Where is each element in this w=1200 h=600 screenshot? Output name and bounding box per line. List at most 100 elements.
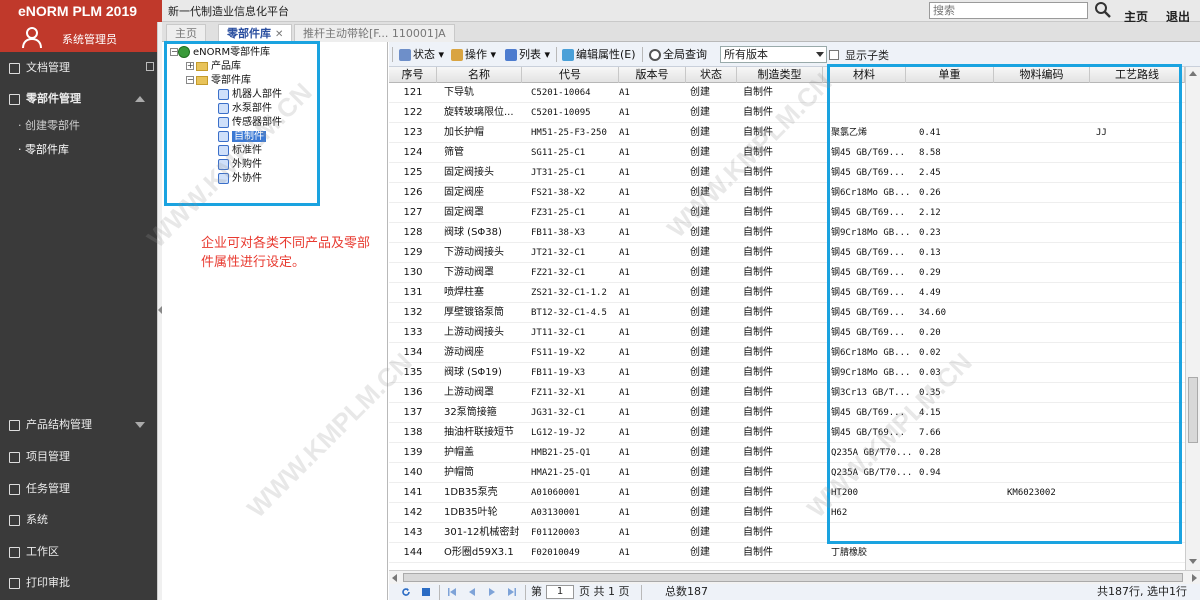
table-cell: 144 — [403, 547, 423, 558]
table-cell: 141 — [403, 487, 423, 498]
tree-node-part-library[interactable]: − 零部件库 — [186, 74, 251, 87]
tree-node-self-made[interactable]: 自制件 — [218, 130, 266, 143]
global-query-button[interactable]: 全局查询 — [649, 47, 707, 63]
user-row[interactable]: 系统管理员 — [0, 22, 157, 52]
vertical-scrollbar[interactable] — [1185, 67, 1200, 570]
tab-part-detail[interactable]: 推杆主动带轮[F... 110001]A — [294, 24, 455, 42]
header-cell[interactable]: 代号 — [522, 67, 619, 83]
table-row[interactable]: 125 固定阀接头 JT31-25-C1 A1 创建 自制件 钢45 GB/T69... 2.… — [389, 163, 1185, 183]
table-cell — [1007, 103, 1087, 123]
tab-part-library[interactable]: 零部件库 ✕ — [218, 24, 293, 42]
table-row[interactable]: 137 32泵筒接箍 JG31-32-C1 A1 创建 自制件 钢45 GB/T69... 4… — [389, 403, 1185, 423]
collapse-icon[interactable]: − — [186, 76, 194, 84]
table-cell: FS11-19-X2 — [531, 348, 586, 358]
nav-part-management[interactable]: 零部件管理 — [0, 86, 157, 112]
tree-node-outsourced[interactable]: 外协件 — [218, 172, 262, 185]
table-cell: 创建 — [690, 267, 710, 278]
tree-node-purchased[interactable]: 外购件 — [218, 158, 262, 171]
header-cell[interactable]: 制造类型 — [737, 67, 823, 83]
tab-home[interactable]: 主页 — [166, 24, 206, 42]
page-number-input[interactable]: 1 — [546, 585, 574, 599]
table-row[interactable]: 142 1DB35叶轮 A03130001 A1 创建 自制件 H62 — [389, 503, 1185, 523]
prev-page-icon[interactable] — [467, 587, 477, 597]
tree-node-standard[interactable]: 标准件 — [218, 144, 262, 157]
header-cell[interactable]: 工艺路线 — [1090, 67, 1185, 83]
table-row[interactable]: 130 下游动阀罩 FZ21-32-C1 A1 创建 自制件 钢45 GB/T69... 0.… — [389, 263, 1185, 283]
table-row[interactable]: 124 筛管 SG11-25-C1 A1 创建 自制件 钢45 GB/T69... 8.58 — [389, 143, 1185, 163]
nav-project-management[interactable]: 项目管理 — [0, 444, 157, 470]
scroll-right-icon[interactable] — [1192, 574, 1197, 582]
collapse-icon[interactable]: − — [170, 48, 178, 56]
header-cell[interactable]: 序号 — [389, 67, 437, 83]
header-cell[interactable]: 单重 — [906, 67, 994, 83]
edit-attributes-button[interactable]: 编辑属性(E) — [562, 47, 636, 63]
table-cell: 自制件 — [743, 167, 773, 178]
nav-document-management[interactable]: 文档管理 — [0, 55, 157, 81]
table-cell — [1007, 543, 1087, 563]
table-row[interactable]: 136 上游动阀罩 FZ11-32-X1 A1 创建 自制件 钢3Cr13 GB/T... 0… — [389, 383, 1185, 403]
last-page-icon[interactable] — [507, 587, 517, 597]
operate-button[interactable]: 操作 ▾ — [451, 47, 496, 63]
horizontal-scrollbar[interactable] — [389, 570, 1200, 584]
table-row[interactable]: 143 301-12机械密封 F01120003 A1 创建 自制件 — [389, 523, 1185, 543]
list-button[interactable]: 列表 ▾ — [505, 47, 550, 63]
table-row[interactable]: 140 护帽筒 HMA21-25-Q1 A1 创建 自制件 Q235A GB/T70... 0… — [389, 463, 1185, 483]
tree-node-pump-parts[interactable]: 水泵部件 — [218, 102, 272, 115]
table-cell: ZS21-32-C1-1.2 — [531, 288, 607, 298]
close-icon[interactable]: ✕ — [275, 29, 283, 40]
nav-create-part[interactable]: · 创建零部件 — [0, 115, 157, 137]
header-cell[interactable]: 材料 — [823, 67, 906, 83]
search-input[interactable] — [929, 2, 1088, 19]
table-row[interactable]: 123 加长护帽 HM51-25-F3-250 A1 创建 自制件 聚氯乙烯 0.41 JJ — [389, 123, 1185, 143]
header-cell[interactable]: 物料编码 — [994, 67, 1090, 83]
nav-system[interactable]: 系统 — [0, 507, 157, 533]
table-row[interactable]: 126 固定阀座 FS21-38-X2 A1 创建 自制件 钢6Cr18Mo GB... 0.… — [389, 183, 1185, 203]
table-row[interactable]: 131 喷焊柱塞 ZS21-32-C1-1.2 A1 创建 自制件 钢45 GB/T69..… — [389, 283, 1185, 303]
scroll-thumb[interactable] — [1188, 377, 1198, 443]
expand-icon[interactable]: + — [186, 62, 194, 70]
table-row[interactable]: 139 护帽盖 HMB21-25-Q1 A1 创建 自制件 Q235A GB/T70... 0… — [389, 443, 1185, 463]
first-page-icon[interactable] — [447, 587, 457, 597]
tree-node-robot-parts[interactable]: 机器人部件 — [218, 88, 282, 101]
scroll-down-icon[interactable] — [1189, 559, 1197, 564]
header-cell[interactable]: 名称 — [437, 67, 522, 83]
refresh-icon[interactable] — [401, 587, 411, 597]
tree-node-product-library[interactable]: + 产品库 — [186, 60, 241, 73]
table-row[interactable]: 134 游动阀座 FS11-19-X2 A1 创建 自制件 钢6Cr18Mo GB... 0.… — [389, 343, 1185, 363]
table-row[interactable]: 132 厚壁镀铬泵筒 BT12-32-C1-4.5 A1 创建 自制件 钢45 GB/T69… — [389, 303, 1185, 323]
search-icon[interactable] — [1094, 1, 1112, 19]
nav-task-management[interactable]: 任务管理 — [0, 476, 157, 502]
version-select[interactable]: 所有版本 — [720, 46, 827, 63]
tree-root[interactable]: − eNORM零部件库 — [170, 46, 270, 59]
table-cell: FZ31-25-C1 — [531, 208, 586, 218]
show-children-checkbox[interactable] — [829, 50, 839, 60]
nav-product-structure[interactable]: 产品结构管理 — [0, 412, 157, 438]
next-page-icon[interactable] — [487, 587, 497, 597]
table-row[interactable]: 141 1DB35泵壳 A01060001 A1 创建 自制件 HT200 KM6023002 — [389, 483, 1185, 503]
table-row[interactable]: 138 抽油杆联接短节 LG12-19-J2 A1 创建 自制件 钢45 GB/T69...… — [389, 423, 1185, 443]
nav-workspace[interactable]: 工作区 — [0, 539, 157, 565]
table-cell: BT12-32-C1-4.5 — [531, 308, 607, 318]
scroll-left-icon[interactable] — [392, 574, 397, 582]
table-row[interactable]: 129 下游动阀接头 JT21-32-C1 A1 创建 自制件 钢45 GB/T69... 0… — [389, 243, 1185, 263]
table-cell — [1007, 183, 1087, 203]
status-button[interactable]: 状态 ▾ — [399, 47, 444, 63]
header-cell[interactable]: 版本号 — [619, 67, 686, 83]
table-cell: 8.58 — [919, 148, 941, 158]
nav-print-approval[interactable]: 打印审批 — [0, 570, 157, 596]
table-row[interactable]: 121 下导轨 C5201-10064 A1 创建 自制件 — [389, 83, 1185, 103]
header-cell[interactable]: 状态 — [686, 67, 737, 83]
table-row[interactable]: 144 O形圈d59X3.1 F02010049 A1 创建 自制件 丁腈橡胶 — [389, 543, 1185, 563]
table-row[interactable]: 133 上游动阀接头 JT11-32-C1 A1 创建 自制件 钢45 GB/T69... 0… — [389, 323, 1185, 343]
tree-node-sensor-parts[interactable]: 传感器部件 — [218, 116, 282, 129]
table-row[interactable]: 135 阀球 (SΦ19) FB11-19-X3 A1 创建 自制件 钢9Cr18Mo GB… — [389, 363, 1185, 383]
scroll-thumb[interactable] — [403, 573, 1183, 582]
table-row[interactable]: 122 旋转玻璃限位... C5201-10095 A1 创建 自制件 — [389, 103, 1185, 123]
table-cell: SG11-25-C1 — [531, 148, 586, 158]
table-cell: 旋转玻璃限位... — [444, 107, 514, 118]
table-row[interactable]: 128 阀球 (SΦ38) FB11-38-X3 A1 创建 自制件 钢9Cr18Mo GB… — [389, 223, 1185, 243]
nav-part-library[interactable]: · 零部件库 — [0, 139, 157, 161]
export-icon[interactable] — [421, 587, 431, 597]
scroll-up-icon[interactable] — [1189, 71, 1197, 76]
table-row[interactable]: 127 固定阀罩 FZ31-25-C1 A1 创建 自制件 钢45 GB/T69... 2.1… — [389, 203, 1185, 223]
